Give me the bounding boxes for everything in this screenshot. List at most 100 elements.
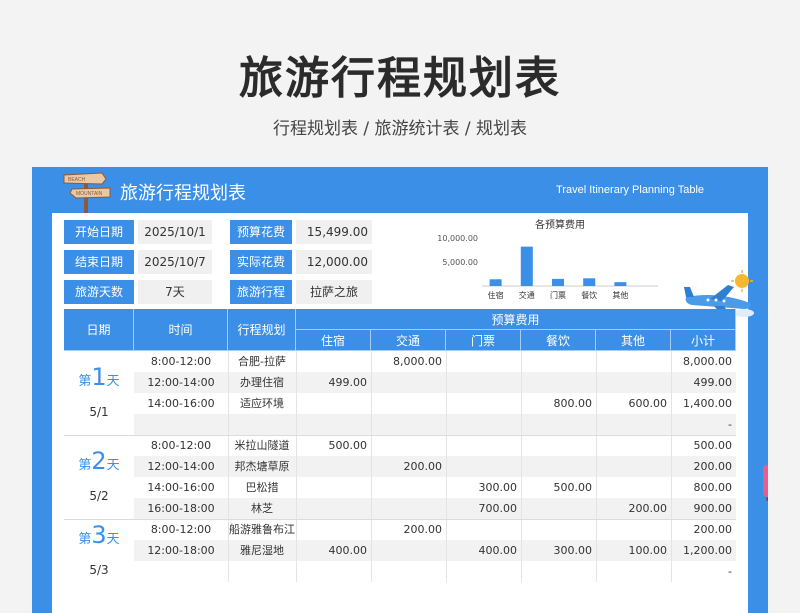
cost-cell[interactable] <box>371 414 446 435</box>
subtotal-cell[interactable]: 200.00 <box>671 456 736 477</box>
cost-cell[interactable] <box>521 456 596 477</box>
trip-name-value[interactable]: 拉萨之旅 <box>296 280 372 304</box>
cost-cell[interactable] <box>521 372 596 393</box>
cost-cell[interactable] <box>296 456 371 477</box>
plan-cell[interactable]: 米拉山隧道 <box>228 435 296 456</box>
cost-cell[interactable] <box>596 372 671 393</box>
plan-cell[interactable]: 巴松措 <box>228 477 296 498</box>
cost-cell[interactable] <box>371 393 446 414</box>
cost-cell[interactable] <box>596 435 671 456</box>
cost-cell[interactable]: 200.00 <box>371 519 446 540</box>
cost-cell[interactable]: 200.00 <box>596 498 671 519</box>
plan-cell[interactable]: 邦杰塘草原 <box>228 456 296 477</box>
cost-cell[interactable] <box>596 351 671 372</box>
cost-cell[interactable] <box>446 393 521 414</box>
budget-value[interactable]: 15,499.00 <box>296 220 372 244</box>
time-cell[interactable]: 14:00-16:00 <box>134 477 228 498</box>
cost-cell[interactable] <box>371 477 446 498</box>
plan-cell[interactable]: 合肥-拉萨 <box>228 351 296 372</box>
cost-cell[interactable] <box>296 498 371 519</box>
cost-cell[interactable] <box>446 372 521 393</box>
signpost-icon: BEACH MOUNTAIN <box>63 172 111 219</box>
cost-cell[interactable] <box>446 414 521 435</box>
cost-cell[interactable] <box>371 561 446 582</box>
time-cell[interactable]: 14:00-16:00 <box>134 393 228 414</box>
cost-cell[interactable] <box>296 393 371 414</box>
time-cell[interactable]: 12:00-14:00 <box>134 372 228 393</box>
plan-cell[interactable]: 林芝 <box>228 498 296 519</box>
subtotal-cell[interactable]: 900.00 <box>671 498 736 519</box>
time-cell[interactable]: 16:00-18:00 <box>134 498 228 519</box>
cost-cell[interactable] <box>521 561 596 582</box>
cost-cell[interactable]: 500.00 <box>296 435 371 456</box>
plan-cell[interactable]: 雅尼湿地 <box>228 540 296 561</box>
cost-cell[interactable] <box>521 519 596 540</box>
cost-cell[interactable] <box>596 414 671 435</box>
time-cell[interactable]: 12:00-18:00 <box>134 540 228 561</box>
cost-cell[interactable] <box>446 456 521 477</box>
cost-cell[interactable]: 700.00 <box>446 498 521 519</box>
plan-cell[interactable]: 适应环境 <box>228 393 296 414</box>
cost-cell[interactable]: 800.00 <box>521 393 596 414</box>
time-cell[interactable]: 8:00-12:00 <box>134 351 228 372</box>
cost-cell[interactable] <box>371 435 446 456</box>
plan-cell[interactable] <box>228 414 296 435</box>
subtotal-cell[interactable]: 1,200.00 <box>671 540 736 561</box>
cost-cell[interactable] <box>296 561 371 582</box>
subtotal-cell[interactable]: 8,000.00 <box>671 351 736 372</box>
cost-cell[interactable] <box>596 519 671 540</box>
cost-cell[interactable] <box>296 477 371 498</box>
day-unit: 天 <box>106 531 120 547</box>
plan-cell[interactable]: 办理住宿 <box>228 372 296 393</box>
cost-cell[interactable]: 300.00 <box>521 540 596 561</box>
trip-days-value[interactable]: 7天 <box>138 280 212 304</box>
cost-cell[interactable] <box>371 498 446 519</box>
actual-cost-value[interactable]: 12,000.00 <box>296 250 372 274</box>
time-cell[interactable]: 8:00-12:00 <box>134 519 228 540</box>
subtotal-cell[interactable]: 499.00 <box>671 372 736 393</box>
subtotal-cell[interactable]: 200.00 <box>671 519 736 540</box>
plan-cell[interactable]: 船游雅鲁布江 <box>228 519 296 540</box>
cost-cell[interactable] <box>596 561 671 582</box>
cost-cell[interactable] <box>446 351 521 372</box>
time-cell[interactable]: 8:00-12:00 <box>134 435 228 456</box>
cost-cell[interactable] <box>446 561 521 582</box>
plan-cell[interactable] <box>228 561 296 582</box>
cost-cell[interactable] <box>596 456 671 477</box>
cost-cell[interactable] <box>371 540 446 561</box>
cost-cell[interactable] <box>521 414 596 435</box>
cost-cell[interactable] <box>521 351 596 372</box>
cost-cell[interactable] <box>296 414 371 435</box>
cost-cell[interactable] <box>446 519 521 540</box>
cost-cell[interactable] <box>296 519 371 540</box>
cost-cell[interactable]: 200.00 <box>371 456 446 477</box>
banner-title: 旅游行程规划表 <box>120 183 246 204</box>
cost-cell[interactable] <box>521 435 596 456</box>
cost-cell[interactable]: 600.00 <box>596 393 671 414</box>
cost-cell[interactable] <box>446 435 521 456</box>
subtotal-cell[interactable]: 500.00 <box>671 435 736 456</box>
cost-cell[interactable]: 100.00 <box>596 540 671 561</box>
subtotal-cell[interactable]: 800.00 <box>671 477 736 498</box>
cost-cell[interactable]: 400.00 <box>296 540 371 561</box>
actual-cost-label: 实际花费 <box>230 250 292 274</box>
cost-cell[interactable] <box>521 498 596 519</box>
cost-cell[interactable] <box>296 351 371 372</box>
cost-cell[interactable] <box>596 477 671 498</box>
sheet-content: 开始日期 2025/10/1 结束日期 2025/10/7 旅游天数 7天 预算… <box>52 213 754 613</box>
cost-cell[interactable]: 8,000.00 <box>371 351 446 372</box>
subtotal-cell[interactable]: - <box>671 414 736 435</box>
start-date-value[interactable]: 2025/10/1 <box>138 220 212 244</box>
cost-cell[interactable]: 400.00 <box>446 540 521 561</box>
end-date-value[interactable]: 2025/10/7 <box>138 250 212 274</box>
time-cell[interactable]: 12:00-14:00 <box>134 456 228 477</box>
cost-cell[interactable]: 300.00 <box>446 477 521 498</box>
subtotal-cell[interactable]: 1,400.00 <box>671 393 736 414</box>
cost-cell[interactable]: 500.00 <box>521 477 596 498</box>
cost-cell[interactable] <box>371 372 446 393</box>
cost-cell[interactable]: 499.00 <box>296 372 371 393</box>
time-cell[interactable] <box>134 561 228 582</box>
sign-bottom-text: MOUNTAIN <box>76 191 103 197</box>
subtotal-cell[interactable]: - <box>671 561 736 582</box>
time-cell[interactable] <box>134 414 228 435</box>
